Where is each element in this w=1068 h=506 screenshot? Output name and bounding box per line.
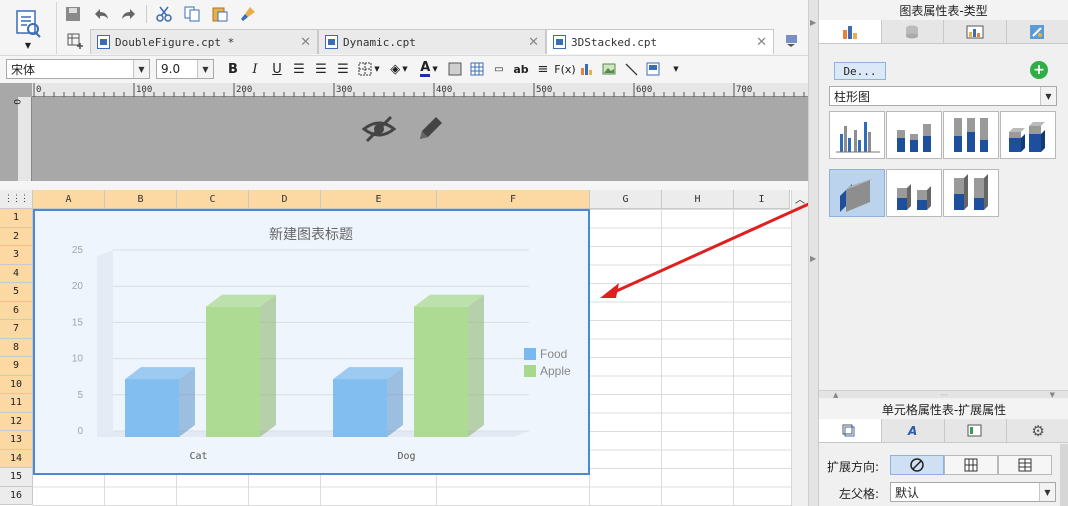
widget-icon	[967, 424, 982, 436]
clustered-bar-icon	[836, 122, 880, 153]
tab-chart-data[interactable]	[881, 20, 944, 43]
expand-icon	[842, 424, 855, 436]
expand-direction-label: 扩展方向:	[827, 460, 880, 474]
database-icon	[906, 25, 919, 38]
property-panel: 图表属性表-类型 De... + 柱形图 ▼ ▲ ⋯ ▼ 单元格属性表-扩展属性…	[818, 0, 1068, 506]
tab-chart-style[interactable]	[944, 20, 1007, 43]
expand-horizontal-button[interactable]	[998, 455, 1052, 475]
chart-thumb-percent-stacked[interactable]	[943, 111, 999, 159]
tab-chart-type[interactable]	[819, 20, 882, 43]
template-button[interactable]: De...	[834, 62, 886, 80]
chevron-down-icon: ▼	[1040, 87, 1056, 105]
tab-chart-effect[interactable]	[1006, 20, 1068, 43]
tab-cell-widget[interactable]	[944, 419, 1008, 442]
plus-icon: +	[1033, 62, 1045, 78]
tab-cell-style[interactable]: A	[881, 419, 945, 442]
cell-props-title: 单元格属性表-扩展属性	[819, 399, 1068, 419]
gear-icon: ⚙	[1031, 421, 1045, 440]
chart-thumb-3d-clustered[interactable]	[829, 169, 885, 217]
chart-thumb-3d-column[interactable]	[1000, 111, 1056, 159]
annotation-arrow	[600, 196, 823, 298]
chevron-up-icon: ▲	[833, 391, 839, 399]
chart-thumb-3d-percent[interactable]	[943, 169, 999, 217]
panel-divider[interactable]: ▲ ⋯ ▼	[819, 390, 1068, 399]
chevron-right-icon: ▶	[810, 254, 817, 263]
chart-props-tabs	[819, 20, 1068, 44]
stacked-bar-icon	[897, 124, 931, 152]
no-expand-icon	[910, 458, 924, 472]
panel-scrollbar[interactable]	[1060, 444, 1068, 506]
tab-cell-settings[interactable]: ⚙	[1007, 419, 1068, 442]
drag-handle-icon: ⋯	[940, 391, 948, 399]
parent-cell-select[interactable]: 默认 ▼	[890, 482, 1056, 502]
chart-props-title: 图表属性表-类型	[819, 0, 1068, 20]
chart-thumb-3d-stacked[interactable]	[886, 169, 942, 217]
chevron-right-icon: ▶	[810, 18, 817, 27]
expand-vertical-button[interactable]	[944, 455, 998, 475]
horizontal-expand-icon	[1018, 458, 1032, 472]
3d-clustered-bar-icon	[840, 178, 874, 212]
chevron-down-icon: ▼	[1049, 391, 1055, 399]
3d-column-icon	[1009, 122, 1045, 152]
vertical-expand-icon	[964, 458, 978, 472]
parent-cell-label: 左父格:	[839, 487, 880, 501]
font-style-icon: A	[907, 423, 918, 438]
panel-splitter[interactable]: ▶ ▶	[808, 0, 818, 506]
chart-thumb-stacked[interactable]	[886, 111, 942, 159]
cell-props-tabs: A ⚙	[819, 419, 1068, 443]
chart-type-icon	[842, 25, 857, 39]
chart-type-select[interactable]: 柱形图 ▼	[829, 86, 1057, 106]
expand-none-button[interactable]	[890, 455, 944, 475]
percent-stacked-bar-icon	[954, 118, 988, 152]
3d-percent-bar-icon	[954, 174, 988, 210]
designer-area: ▼ DoubleFigure.cpt * ✕ Dynamic.cpt ✕ 3DS…	[0, 0, 823, 506]
chevron-down-icon: ▼	[1039, 483, 1055, 501]
style-icon	[966, 25, 984, 38]
special-effect-icon	[1030, 24, 1045, 39]
3d-stacked-bar-icon	[897, 184, 931, 210]
add-button[interactable]: +	[1030, 61, 1048, 79]
tab-cell-expand[interactable]	[819, 419, 882, 442]
chart-thumb-clustered[interactable]	[829, 111, 885, 159]
